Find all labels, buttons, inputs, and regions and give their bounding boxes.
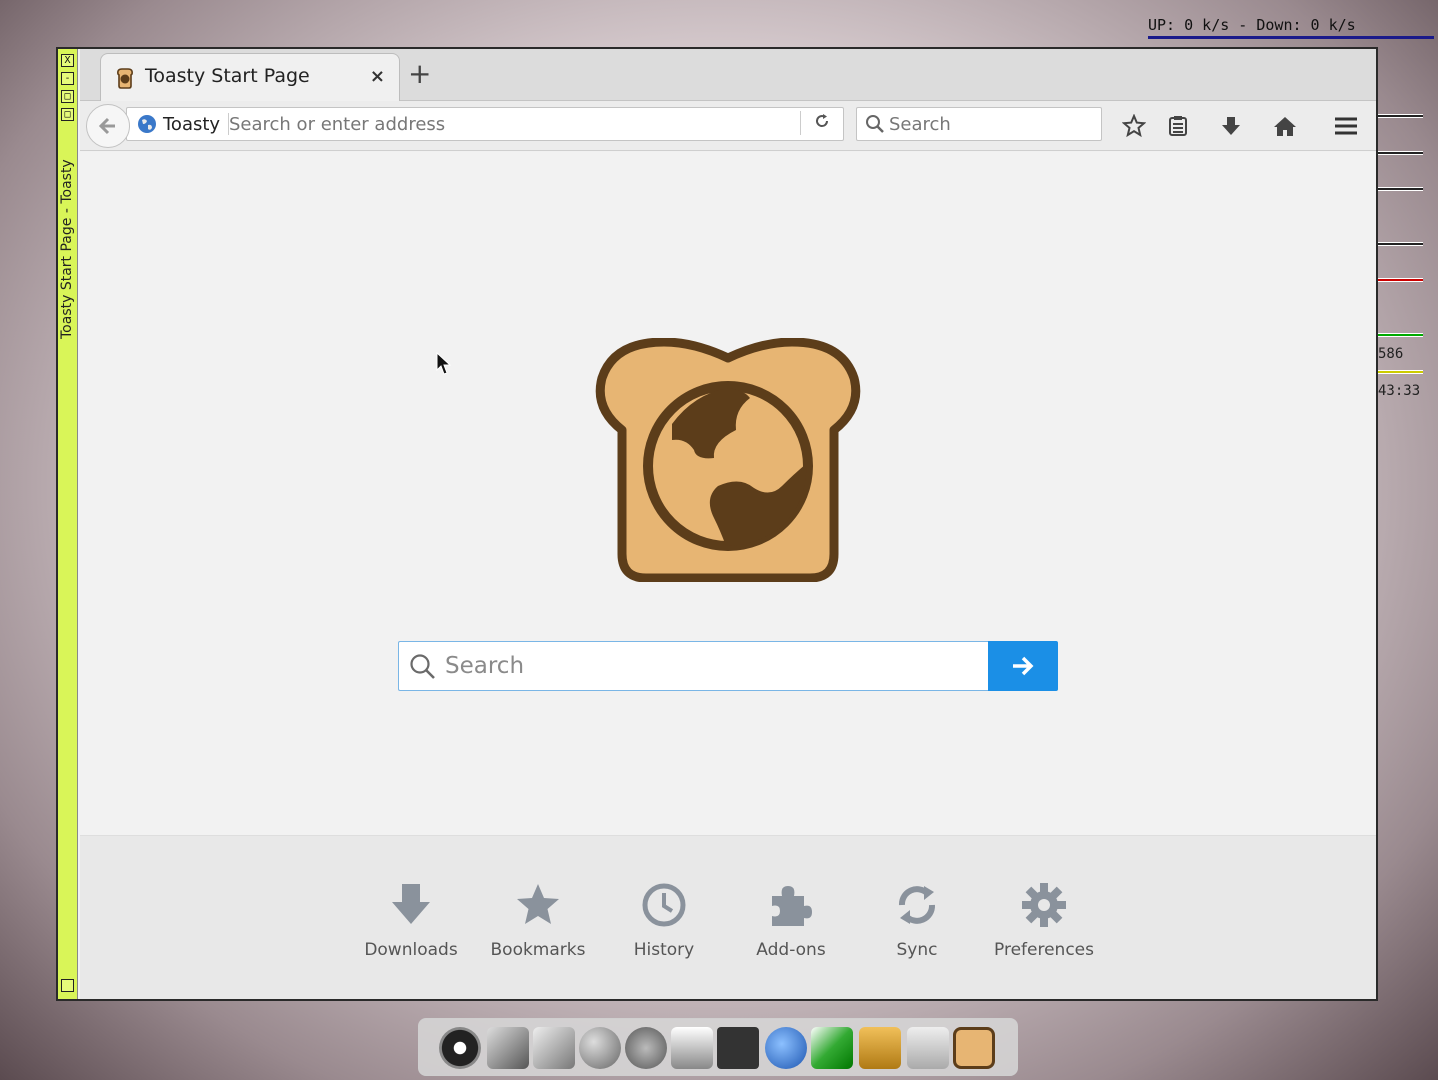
- dock-terminal-icon[interactable]: [717, 1027, 759, 1069]
- home-icon: [1274, 117, 1296, 136]
- search-icon: [410, 654, 435, 679]
- download-icon: [392, 884, 430, 924]
- hamburger-menu-icon: [1335, 117, 1357, 135]
- launcher-preferences[interactable]: Preferences: [984, 880, 1104, 960]
- browser: Toasty Start Page × + Toasty Search or e…: [80, 49, 1376, 999]
- identity-label: Toasty: [163, 113, 221, 135]
- launcher-label: Bookmarks: [490, 940, 586, 960]
- start-search-input[interactable]: [445, 650, 975, 682]
- launcher-label: Downloads: [364, 940, 458, 960]
- network-monitor: UP: 0 k/s - Down: 0 k/s: [1148, 16, 1434, 39]
- window-minimize-button[interactable]: -: [61, 72, 74, 85]
- launcher-addons[interactable]: Add-ons: [731, 880, 851, 960]
- tab-strip: Toasty Start Page × +: [80, 49, 1376, 101]
- window-titlebar: X - □ □ Toasty Start Page - Toasty: [58, 49, 78, 999]
- tab-title: Toasty Start Page: [145, 65, 310, 87]
- search-icon: [866, 115, 884, 133]
- start-page-content: [80, 152, 1376, 835]
- toasty-logo-icon: [595, 338, 861, 582]
- back-arrow-icon: [98, 117, 115, 135]
- reload-icon: [816, 114, 829, 127]
- puzzle-icon: [772, 886, 812, 926]
- menu-button[interactable]: [1330, 111, 1362, 141]
- desktop-widget-clock: 43:33: [1378, 383, 1421, 399]
- dock-power-icon[interactable]: [439, 1027, 481, 1069]
- star-outline-icon: [1122, 114, 1146, 138]
- address-input[interactable]: [229, 111, 789, 137]
- reading-list-button[interactable]: [1162, 111, 1194, 141]
- browser-window: X - □ □ Toasty Start Page - Toasty Toast…: [56, 47, 1378, 1001]
- mouse-cursor-icon: [436, 352, 452, 375]
- site-identity[interactable]: Toasty: [137, 113, 230, 135]
- taskbar-dock: [418, 1018, 1018, 1076]
- launcher-label: History: [633, 940, 695, 960]
- window-close-button[interactable]: X: [61, 54, 74, 67]
- toasty-favicon-icon: [117, 68, 133, 89]
- dock-calculator-icon[interactable]: [533, 1027, 575, 1069]
- home-button[interactable]: [1269, 111, 1301, 141]
- start-page-search: [398, 641, 1058, 691]
- start-page-launcher: Downloads Bookmarks History Add-ons Sync…: [80, 835, 1376, 999]
- new-tab-button[interactable]: +: [408, 57, 431, 90]
- launcher-label: Preferences: [994, 940, 1094, 960]
- url-bar[interactable]: Toasty: [126, 107, 844, 141]
- toolbar-search-bar[interactable]: [856, 107, 1102, 141]
- desktop-widget-lines: [1378, 110, 1438, 410]
- gear-icon: [1022, 883, 1066, 927]
- sync-icon: [899, 886, 935, 924]
- downloads-button[interactable]: [1215, 111, 1247, 141]
- tab-close-button[interactable]: ×: [370, 66, 385, 87]
- launcher-sync[interactable]: Sync: [857, 880, 977, 960]
- start-search-box[interactable]: [398, 641, 990, 691]
- back-button[interactable]: [86, 104, 130, 148]
- download-arrow-icon: [1222, 117, 1240, 135]
- dock-paint-brush-icon[interactable]: [487, 1027, 529, 1069]
- navigation-toolbar: Toasty: [80, 101, 1376, 151]
- desktop-widget-value: 586: [1378, 346, 1404, 362]
- dock-printer-icon[interactable]: [671, 1027, 713, 1069]
- launcher-downloads[interactable]: Downloads: [351, 880, 471, 960]
- dock-ebook-icon[interactable]: [811, 1027, 853, 1069]
- toolbar-search-input[interactable]: [889, 111, 1089, 137]
- dock-email-globe-icon[interactable]: [765, 1027, 807, 1069]
- reload-button[interactable]: [800, 111, 831, 135]
- arrow-right-icon: [1013, 656, 1034, 676]
- tab-toasty-start-page[interactable]: Toasty Start Page ×: [100, 53, 400, 101]
- launcher-label: Sync: [896, 940, 938, 960]
- clock-icon: [642, 883, 686, 927]
- search-go-button[interactable]: [988, 641, 1058, 691]
- launcher-label: Add-ons: [756, 940, 826, 960]
- globe-icon: [138, 115, 156, 133]
- dock-floppy-icon[interactable]: [907, 1027, 949, 1069]
- star-icon: [517, 884, 559, 924]
- dock-toasty-browser-icon[interactable]: [953, 1027, 995, 1069]
- dock-radio-icon[interactable]: [859, 1027, 901, 1069]
- window-resize-handle[interactable]: [61, 979, 74, 992]
- dock-runner-icon[interactable]: [625, 1027, 667, 1069]
- launcher-history[interactable]: History: [604, 880, 724, 960]
- clipboard-list-icon: [1169, 116, 1187, 136]
- bookmark-star-button[interactable]: [1118, 111, 1150, 141]
- launcher-bookmarks[interactable]: Bookmarks: [478, 880, 598, 960]
- window-title: Toasty Start Page - Toasty: [59, 159, 75, 339]
- dock-disc-icon[interactable]: [579, 1027, 621, 1069]
